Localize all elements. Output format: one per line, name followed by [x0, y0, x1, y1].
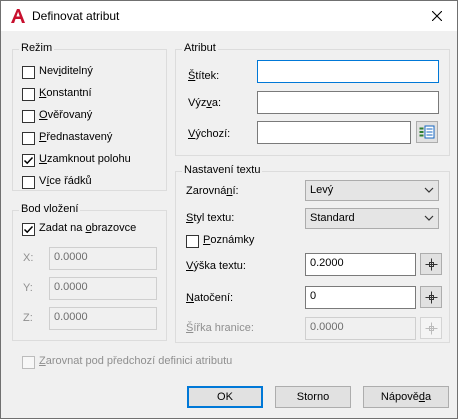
checkmark-icon	[23, 225, 34, 234]
lock-position-checkbox[interactable]	[22, 154, 35, 167]
define-attribute-dialog: Definovat atribut Režim Neviditelný Kons…	[0, 0, 458, 419]
ok-button[interactable]: OK	[187, 386, 263, 408]
autocad-logo-icon	[11, 9, 25, 23]
boundary-width-pick-button[interactable]	[420, 317, 442, 339]
preset-checkbox[interactable]	[22, 132, 35, 145]
text-style-label: Styl textu:	[186, 212, 235, 224]
justification-label: Zarovnání:	[186, 185, 239, 197]
rotation-pick-button[interactable]	[420, 286, 442, 308]
preset-label: Přednastavený	[39, 131, 113, 143]
checkmark-icon	[23, 156, 34, 165]
specify-on-screen-checkbox[interactable]	[22, 223, 35, 236]
y-label: Y:	[23, 282, 33, 294]
prompt-field[interactable]	[257, 91, 439, 114]
multiline-label: Více řádků	[39, 175, 92, 187]
multiline-checkbox[interactable]	[22, 176, 35, 189]
align-below-label: Zarovnat pod předchozí definici atributu	[39, 355, 233, 367]
text-style-value: Standard	[310, 212, 355, 224]
text-style-dropdown[interactable]: Standard	[305, 208, 439, 229]
window-title: Definovat atribut	[32, 9, 120, 23]
y-coordinate-field[interactable]: 0.0000	[49, 277, 157, 300]
mode-group-title: Režim	[19, 42, 55, 54]
insert-field-icon	[419, 125, 435, 139]
x-label: X:	[23, 252, 34, 264]
title-bar[interactable]: Definovat atribut	[1, 1, 457, 31]
rotation-field[interactable]: 0	[305, 286, 416, 309]
x-coordinate-field[interactable]: 0.0000	[49, 247, 157, 270]
crosshair-icon	[425, 291, 437, 303]
cancel-button[interactable]: Storno	[275, 386, 351, 408]
tag-label: Štítek:	[188, 70, 220, 82]
close-button[interactable]	[417, 1, 457, 31]
boundary-width-label: Šířka hranice:	[186, 322, 254, 334]
z-label: Z:	[23, 312, 33, 324]
align-below-checkbox[interactable]	[22, 356, 35, 369]
verify-checkbox[interactable]	[22, 110, 35, 123]
chevron-down-icon	[424, 187, 434, 193]
attribute-group-title: Atribut	[182, 42, 218, 54]
crosshair-icon	[425, 258, 437, 270]
justification-value: Levý	[310, 184, 334, 196]
crosshair-icon	[425, 322, 437, 334]
specify-on-screen-label: Zadat na obrazovce	[39, 222, 137, 234]
text-height-pick-button[interactable]	[420, 253, 442, 275]
insert-field-button[interactable]	[416, 121, 438, 143]
text-settings-group-title: Nastavení textu	[182, 164, 263, 176]
invisible-label: Neviditelný	[39, 65, 93, 77]
insertion-group-title: Bod vložení	[19, 203, 81, 215]
constant-label: Konstantní	[39, 87, 92, 99]
rotation-label: Natočení:	[186, 292, 234, 304]
close-icon	[432, 11, 442, 21]
boundary-width-field[interactable]: 0.0000	[305, 317, 416, 340]
justification-dropdown[interactable]: Levý	[305, 180, 439, 201]
annotative-label: Poznámky	[203, 234, 255, 246]
chevron-down-icon	[424, 215, 434, 221]
default-field[interactable]	[257, 121, 411, 144]
text-height-label: Výška textu:	[186, 260, 246, 272]
tag-field[interactable]	[257, 60, 439, 83]
default-label: Výchozí:	[188, 128, 231, 140]
lock-position-label: Uzamknout polohu	[39, 153, 131, 165]
invisible-checkbox[interactable]	[22, 66, 35, 79]
prompt-label: Výzva:	[188, 97, 222, 109]
text-height-field[interactable]: 0.2000	[305, 253, 416, 276]
constant-checkbox[interactable]	[22, 88, 35, 101]
z-coordinate-field[interactable]: 0.0000	[49, 307, 157, 330]
annotative-checkbox[interactable]	[186, 235, 199, 248]
verify-label: Ověřovaný	[39, 109, 93, 121]
help-button[interactable]: Nápověda	[363, 386, 449, 408]
